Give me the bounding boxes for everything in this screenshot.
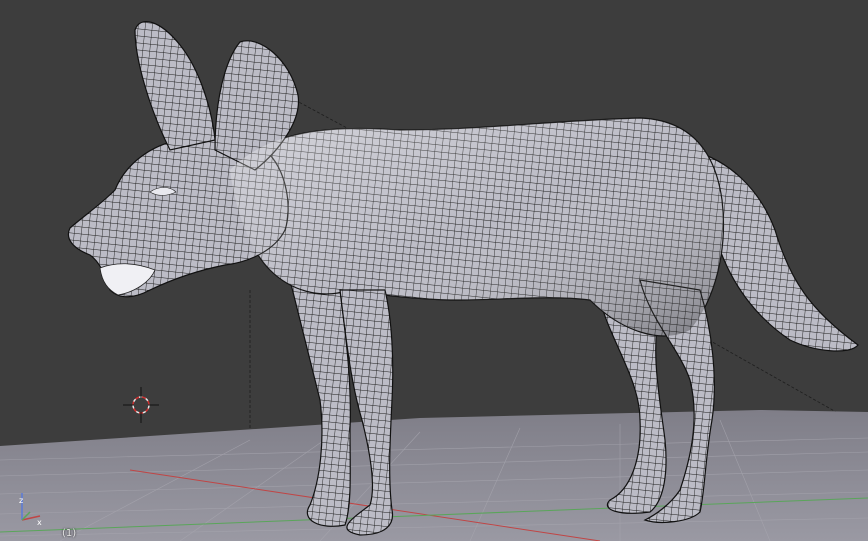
svg-text:x: x xyxy=(37,518,42,527)
frame-label: (1) xyxy=(62,528,77,539)
svg-text:z: z xyxy=(19,496,23,505)
3d-viewport[interactable]: z x (1) xyxy=(0,0,868,541)
scene-canvas[interactable]: z x xyxy=(0,0,868,541)
